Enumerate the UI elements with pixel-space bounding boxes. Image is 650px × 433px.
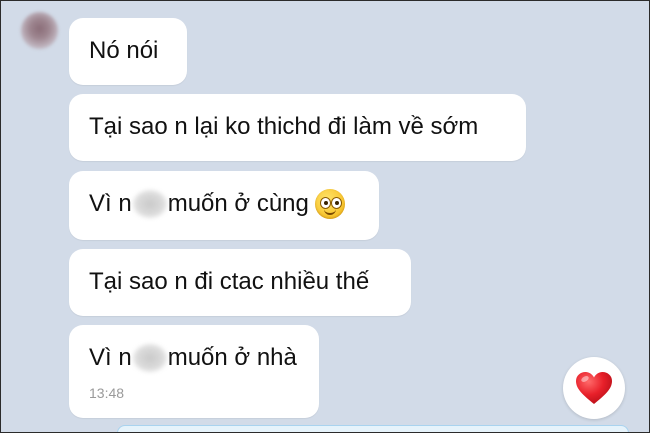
message-bubble[interactable]: Vì n muốn ở nhà 13:48 (69, 325, 319, 418)
message-text: Tại sao n đi ctac nhiều thế (89, 268, 370, 295)
message-text-suffix: muốn ở cùng (167, 190, 309, 217)
message-text-prefix: Vì n (89, 190, 132, 217)
message-bubble[interactable]: Tại sao n đi ctac nhiều thế (69, 249, 411, 316)
blurred-redaction (132, 344, 167, 372)
message-text: Vì n muốn ở nhà (89, 343, 297, 373)
message-text: Tại sao n lại ko thichd đi làm về sớm (89, 113, 479, 140)
chat-window: Nó nói Tại sao n lại ko thichd đi làm về… (0, 0, 650, 433)
heart-reaction-button[interactable] (563, 357, 625, 419)
message-timestamp: 13:48 (89, 385, 125, 401)
red-heart-icon (576, 372, 612, 404)
message-text: Nó nói (89, 37, 159, 64)
message-bubble[interactable]: Tại sao n lại ko thichd đi làm về sớm (69, 94, 526, 161)
avatar[interactable] (21, 12, 58, 49)
message-bubble[interactable]: Vì n muốn ở cùng (69, 171, 379, 240)
message-text-suffix: muốn ở nhà (167, 344, 297, 371)
message-bubble[interactable]: Nó nói (69, 18, 187, 85)
smiling-face-icon (314, 189, 345, 219)
input-bar[interactable] (117, 425, 629, 432)
blurred-redaction (132, 190, 167, 218)
message-text-prefix: Vì n (89, 344, 132, 371)
message-text: Vì n muốn ở cùng (89, 189, 345, 219)
